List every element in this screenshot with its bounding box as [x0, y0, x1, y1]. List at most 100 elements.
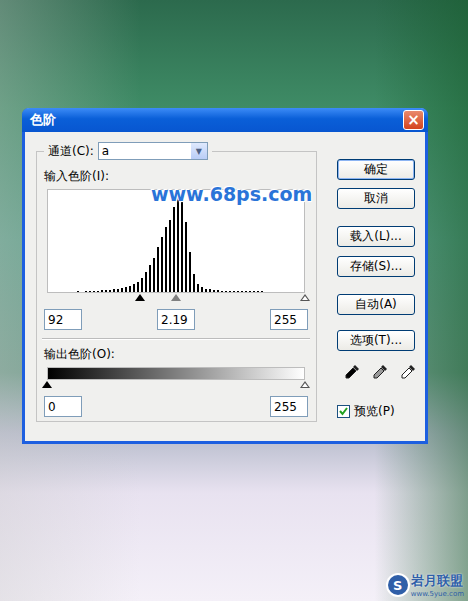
output-gradient [47, 367, 305, 380]
histogram-bar [53, 292, 55, 293]
histogram-bar [301, 292, 303, 293]
histogram-bar [153, 258, 155, 292]
histogram-bar [265, 292, 267, 293]
histogram-bar [165, 227, 167, 292]
histogram-bar [93, 291, 95, 292]
histogram-bar [261, 291, 263, 292]
histogram-bar [49, 292, 51, 293]
histogram-bar [193, 274, 195, 292]
histogram-bar [293, 292, 295, 293]
histogram-bar [89, 291, 91, 292]
histogram-bar [213, 290, 215, 292]
histogram-bar [57, 292, 59, 293]
output-levels-label: 输出色阶(O): [44, 346, 308, 363]
histogram-bar [113, 289, 115, 292]
histogram-bar [169, 220, 171, 292]
histogram-bar [241, 291, 243, 292]
histogram-bar [137, 282, 139, 292]
eyedropper-icon[interactable] [399, 363, 417, 381]
histogram-bar [173, 207, 175, 292]
output-slider[interactable] [47, 380, 305, 390]
histogram-bar [201, 287, 203, 292]
histogram-bar [217, 290, 219, 292]
input-levels-label: 输入色阶(I): [44, 168, 308, 185]
channel-label: 通道(C): [48, 143, 94, 160]
histogram-bar [61, 292, 63, 293]
site-logo: S岩月联盟www.5yue.com [388, 572, 464, 598]
histogram-bar [117, 289, 119, 292]
histogram-bar [189, 252, 191, 292]
eyedropper-icon[interactable] [371, 363, 389, 381]
histogram-bar [101, 290, 103, 292]
dialog-button[interactable]: 取消 [337, 188, 415, 209]
histogram-bar [125, 287, 127, 292]
dialog-button[interactable]: 选项(T)... [337, 330, 415, 351]
histogram-bar [161, 237, 163, 292]
histogram-bar [237, 291, 239, 292]
histogram-bar [185, 222, 187, 292]
histogram-bar [285, 292, 287, 293]
input-slider[interactable] [47, 293, 305, 303]
histogram-bar [105, 290, 107, 292]
histogram-bar [129, 286, 131, 292]
preview-checkbox[interactable]: 预览(P) [337, 403, 417, 420]
logo-mark: S [388, 575, 408, 595]
histogram-bar [197, 284, 199, 292]
input-level-field[interactable] [270, 309, 308, 330]
histogram-bar [225, 291, 227, 292]
input-slider-handle[interactable] [300, 294, 310, 301]
histogram-bar [253, 291, 255, 292]
histogram-bar [277, 292, 279, 293]
dialog-button[interactable]: 确定 [337, 159, 415, 180]
title-bar[interactable]: 色阶 × [22, 108, 428, 132]
histogram-bar [149, 265, 151, 292]
channel-select[interactable]: a▼ [98, 142, 208, 160]
separator [42, 338, 310, 340]
histogram-bar [257, 291, 259, 292]
histogram-bar [177, 192, 179, 292]
histogram-bar [109, 290, 111, 292]
levels-dialog: 色阶 × 通道(C):a▼ 输入色阶(I):www.68ps.com 输出色阶(O): 确… [22, 108, 428, 444]
histogram-bar [249, 291, 251, 292]
histogram-bar [209, 289, 211, 292]
histogram-bar [157, 247, 159, 292]
histogram-bar [245, 291, 247, 292]
output-level-field[interactable] [44, 396, 82, 417]
histogram-bar [65, 292, 67, 293]
histogram-bar [121, 288, 123, 292]
histogram-bar [281, 292, 283, 293]
histogram-bar [81, 292, 83, 293]
dialog-button[interactable]: 载入(L)... [337, 226, 415, 247]
histogram-bar [73, 292, 75, 293]
histogram-bar [229, 291, 231, 292]
input-slider-handle[interactable] [171, 294, 181, 301]
histogram-bar [297, 292, 299, 293]
eyedropper-icon[interactable] [343, 363, 361, 381]
histogram-bar [85, 291, 87, 292]
output-slider-handle[interactable] [42, 381, 52, 388]
histogram-bar [145, 272, 147, 292]
histogram-bar [269, 292, 271, 293]
close-button[interactable]: × [403, 110, 424, 130]
histogram-bar [221, 291, 223, 292]
histogram-bar [77, 291, 79, 292]
histogram-bar [69, 292, 71, 293]
dropdown-arrow-icon[interactable]: ▼ [191, 143, 207, 159]
histogram-bar [141, 278, 143, 292]
histogram-bar [289, 292, 291, 293]
histogram-bar [97, 291, 99, 292]
input-level-field[interactable] [44, 309, 82, 330]
dialog-button[interactable]: 存储(S)... [337, 256, 415, 277]
checkbox[interactable] [337, 405, 350, 418]
output-slider-handle[interactable] [300, 381, 310, 388]
histogram-bar [205, 289, 207, 292]
dialog-button[interactable]: 自动(A) [337, 294, 415, 315]
input-level-field[interactable] [157, 309, 195, 330]
dialog-title: 色阶 [30, 111, 56, 129]
site-watermark: www.68ps.com [151, 183, 312, 205]
input-slider-handle[interactable] [135, 294, 145, 301]
check-icon [338, 406, 349, 417]
levels-group: 通道(C):a▼ 输入色阶(I):www.68ps.com 输出色阶(O): [36, 142, 317, 422]
histogram-bar [273, 292, 275, 293]
output-level-field[interactable] [270, 396, 308, 417]
